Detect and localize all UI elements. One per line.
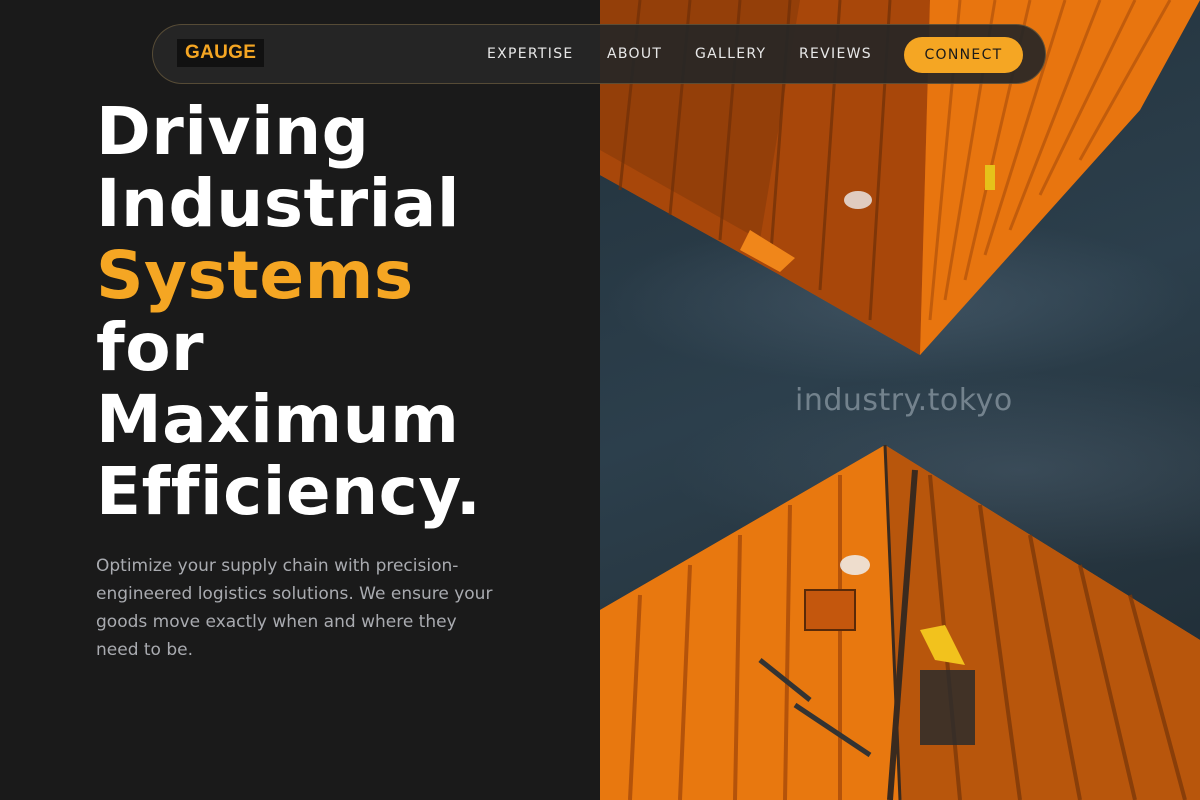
headline-line-1: Driving <box>96 93 370 170</box>
top-nav: GAUGE EXPERTISE ABOUT GALLERY REVIEWS CO… <box>152 24 1046 84</box>
hero-photo: industry.tokyo <box>600 0 1200 800</box>
headline-accent-line: Systems <box>96 237 414 314</box>
headline-line-6: Efficiency. <box>96 453 482 530</box>
headline-line-2: Industrial <box>96 165 460 242</box>
headline-line-4: for <box>96 309 205 386</box>
hero-subtext: Optimize your supply chain with precisio… <box>96 556 493 660</box>
nav-link-about[interactable]: ABOUT <box>607 46 662 62</box>
connect-button[interactable]: CONNECT <box>904 37 1023 73</box>
hero-headline: Driving Industrial Systems for Maximum E… <box>96 96 481 528</box>
nav-link-expertise[interactable]: EXPERTISE <box>487 46 574 62</box>
brand-logo[interactable]: GAUGE <box>177 39 265 67</box>
nav-link-gallery[interactable]: GALLERY <box>695 46 766 62</box>
headline-line-5: Maximum <box>96 381 460 458</box>
photo-watermark: industry.tokyo <box>795 383 1013 418</box>
nav-link-reviews[interactable]: REVIEWS <box>799 46 872 62</box>
